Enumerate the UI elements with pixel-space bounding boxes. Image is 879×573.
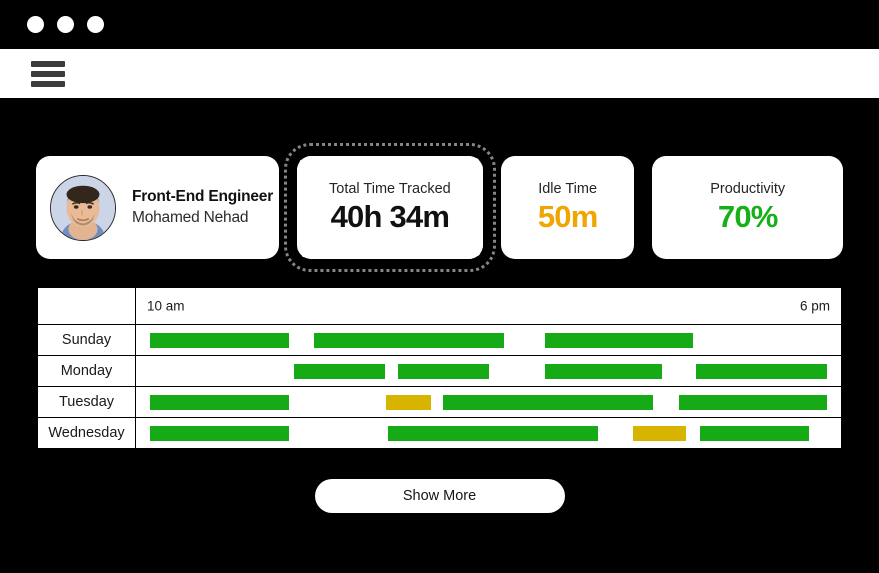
active-time-bar[interactable] xyxy=(293,363,385,379)
active-time-bar[interactable] xyxy=(700,425,810,441)
hamburger-bar xyxy=(31,80,65,87)
day-track xyxy=(135,355,842,387)
productivity-value: 70% xyxy=(717,199,778,235)
profile-role: Front-End Engineer xyxy=(132,188,274,206)
profile-card[interactable]: Front-End Engineer Mohamed Nehad xyxy=(36,156,279,259)
table-header-row: 10 am 6 pm xyxy=(37,287,842,325)
table-row: Wednesday xyxy=(37,417,842,449)
day-label: Tuesday xyxy=(37,386,136,418)
day-label: Sunday xyxy=(37,324,136,356)
show-more-button[interactable]: Show More xyxy=(314,479,565,513)
day-track xyxy=(135,417,842,449)
hamburger-menu-icon[interactable] xyxy=(31,60,65,87)
active-time-bar[interactable] xyxy=(678,394,827,410)
active-time-bar[interactable] xyxy=(150,394,289,410)
track xyxy=(136,356,841,387)
close-dot[interactable] xyxy=(27,16,44,33)
time-start-label: 10 am xyxy=(147,298,185,314)
total-time-tracked-value: 40h 34m xyxy=(330,199,450,235)
idle-time-value: 50m xyxy=(537,199,598,235)
app-toolbar xyxy=(0,49,879,98)
idle-time-card[interactable]: Idle Time 50m xyxy=(500,156,635,259)
active-time-bar[interactable] xyxy=(388,425,599,441)
table-row: Monday xyxy=(37,355,842,387)
total-time-tracked-label: Total Time Tracked xyxy=(329,181,451,198)
track xyxy=(136,418,841,449)
track xyxy=(136,387,841,418)
idle-time-bar[interactable] xyxy=(386,394,432,410)
active-time-bar[interactable] xyxy=(313,332,504,348)
day-column-header xyxy=(37,287,136,325)
profile-text: Front-End Engineer Mohamed Nehad xyxy=(132,187,273,228)
profile-name: Mohamed Nehad xyxy=(132,208,249,226)
main-content: Front-End Engineer Mohamed Nehad Total T… xyxy=(0,143,879,513)
maximize-dot[interactable] xyxy=(87,16,104,33)
show-more-row: Show More xyxy=(36,479,843,513)
day-track xyxy=(135,324,842,356)
active-time-bar[interactable] xyxy=(696,363,827,379)
idle-time-label: Idle Time xyxy=(538,181,598,198)
total-time-tracked-card-wrapper: Total Time Tracked 40h 34m xyxy=(283,143,496,272)
summary-cards-row: Front-End Engineer Mohamed Nehad Total T… xyxy=(36,143,843,272)
active-time-bar[interactable] xyxy=(443,394,653,410)
window-titlebar xyxy=(0,0,879,49)
productivity-label: Productivity xyxy=(710,181,786,198)
table-row: Tuesday xyxy=(37,386,842,418)
active-time-bar[interactable] xyxy=(398,363,490,379)
activity-timeline-table: 10 am 6 pm Sunday Monday Tuesday Wednesday xyxy=(36,286,843,450)
hamburger-bar xyxy=(31,60,65,67)
total-time-tracked-card[interactable]: Total Time Tracked 40h 34m xyxy=(296,156,483,259)
active-time-bar[interactable] xyxy=(150,332,289,348)
minimize-dot[interactable] xyxy=(57,16,74,33)
idle-time-bar[interactable] xyxy=(633,425,686,441)
active-time-bar[interactable] xyxy=(544,363,662,379)
active-time-bar[interactable] xyxy=(544,332,693,348)
hamburger-bar xyxy=(31,70,65,77)
timeline-rows: Sunday Monday Tuesday Wednesday xyxy=(37,324,842,449)
table-row: Sunday xyxy=(37,324,842,356)
avatar xyxy=(50,174,116,241)
day-label: Monday xyxy=(37,355,136,387)
time-end-label: 6 pm xyxy=(799,298,830,314)
track xyxy=(136,325,841,356)
day-track xyxy=(135,386,842,418)
time-range-header: 10 am 6 pm xyxy=(135,287,842,325)
active-time-bar[interactable] xyxy=(150,425,289,441)
day-label: Wednesday xyxy=(37,417,136,449)
productivity-card[interactable]: Productivity 70% xyxy=(652,156,843,259)
